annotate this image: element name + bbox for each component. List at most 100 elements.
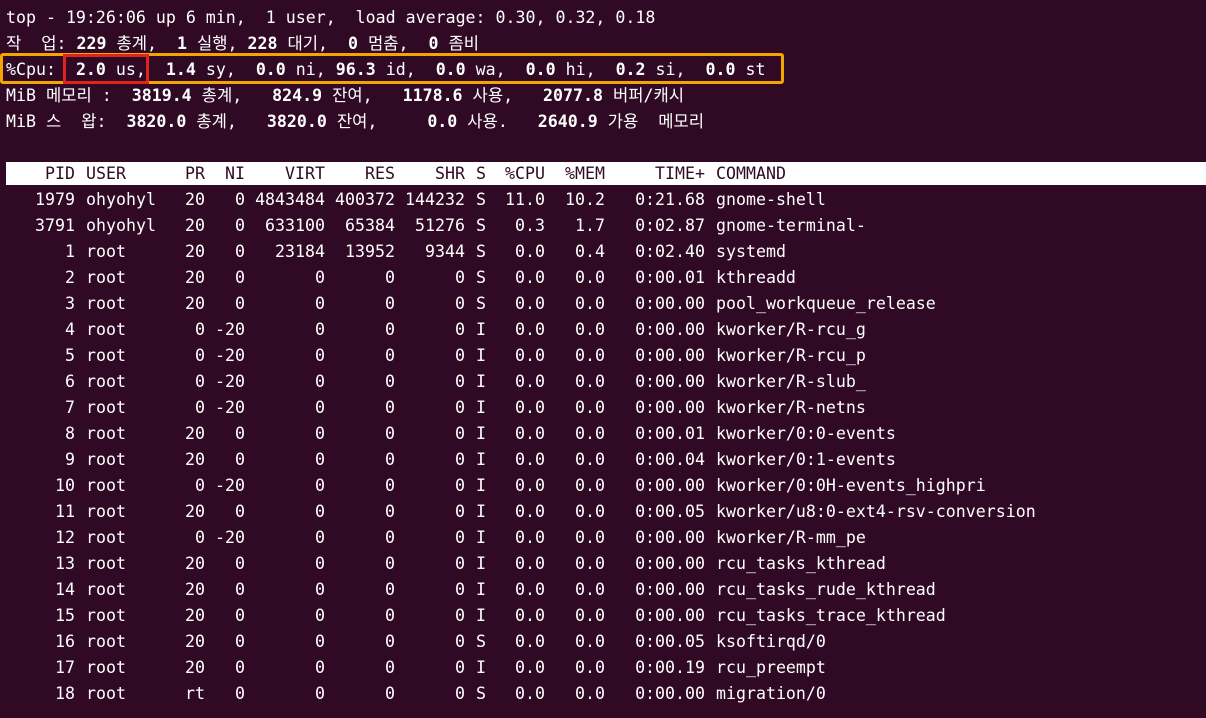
process-command: migration/0: [716, 684, 826, 703]
process-command: gnome-shell: [716, 190, 826, 209]
process-res: 0: [385, 476, 395, 495]
process-s: S: [476, 190, 486, 209]
process-virt: 4843484: [255, 190, 325, 209]
process-time: 0:00.00: [635, 346, 705, 365]
process-mem: 0.0: [575, 424, 605, 443]
mem-buff-label: 버퍼/캐시: [603, 86, 685, 105]
process-s: I: [476, 606, 486, 625]
process-s: I: [476, 476, 486, 495]
process-cpu: 0.0: [515, 476, 545, 495]
tasks-zombie-label: 좀비: [438, 34, 480, 53]
process-user: root: [86, 372, 126, 391]
process-ni: 0: [235, 190, 245, 209]
process-shr: 0: [455, 424, 465, 443]
mem-total: 3819.4: [131, 86, 192, 105]
process-s: S: [476, 632, 486, 651]
column-header-mem[interactable]: %MEM: [565, 161, 605, 187]
process-time: 0:02.40: [635, 242, 705, 261]
column-header-cpu[interactable]: %CPU: [505, 161, 545, 187]
process-user: root: [86, 606, 126, 625]
process-user: root: [86, 632, 126, 651]
process-virt: 0: [315, 294, 325, 313]
process-pid: 5: [65, 346, 75, 365]
process-virt: 0: [315, 502, 325, 521]
process-command: rcu_tasks_kthread: [716, 554, 886, 573]
process-res: 13952: [345, 242, 395, 261]
swap-label: MiB 스 왑:: [6, 112, 127, 131]
process-s: I: [476, 372, 486, 391]
process-mem: 0.0: [575, 606, 605, 625]
column-header-command[interactable]: COMMAND: [716, 161, 786, 187]
process-user: ohyohyl: [86, 216, 156, 235]
swap-total: 3820.0: [126, 112, 187, 131]
process-cpu: 0.0: [515, 242, 545, 261]
process-ni: -20: [215, 372, 245, 391]
cpu-wa-label: wa,: [465, 60, 506, 79]
process-mem: 0.0: [575, 398, 605, 417]
process-user: root: [86, 684, 126, 703]
process-s: I: [476, 580, 486, 599]
process-s: I: [476, 346, 486, 365]
column-header-ni[interactable]: NI: [225, 161, 245, 187]
process-time: 0:00.19: [635, 658, 705, 677]
cpu-si-label: si,: [645, 60, 686, 79]
process-command: pool_workqueue_release: [716, 294, 936, 313]
cpu-label: %Cpu:: [6, 60, 56, 79]
process-pr: 20: [185, 580, 205, 599]
tasks-running-label: 실행,: [186, 34, 248, 53]
process-shr: 0: [455, 502, 465, 521]
process-user: root: [86, 502, 126, 521]
cpu-si: 0.2: [615, 60, 646, 79]
process-command: gnome-terminal-: [716, 216, 866, 235]
column-header-shr[interactable]: SHR: [435, 161, 465, 187]
process-user: root: [86, 580, 126, 599]
tasks-stopped-label: 멈춤,: [357, 34, 429, 53]
column-header-pr[interactable]: PR: [185, 161, 205, 187]
column-header-pid[interactable]: PID: [45, 161, 75, 187]
process-pid: 18: [55, 684, 75, 703]
process-pid: 6: [65, 372, 75, 391]
tasks-total: 229: [76, 34, 107, 53]
process-cpu: 0.0: [515, 424, 545, 443]
mem-used: 1178.6: [402, 86, 463, 105]
process-virt: 0: [315, 398, 325, 417]
process-time: 0:00.00: [635, 294, 705, 313]
process-virt: 0: [315, 320, 325, 339]
process-time: 0:02.87: [635, 216, 705, 235]
terminal-window[interactable]: top - 19:26:06 up 6 min, 1 user, load av…: [0, 0, 1206, 718]
process-time: 0:00.05: [635, 502, 705, 521]
process-ni: 0: [235, 632, 245, 651]
process-pid: 2: [65, 268, 75, 287]
process-time: 0:00.00: [635, 476, 705, 495]
process-user: root: [86, 294, 126, 313]
mem-buff: 2077.8: [543, 86, 603, 105]
process-ni: 0: [235, 242, 245, 261]
process-command: kthreadd: [716, 268, 796, 287]
process-time: 0:00.00: [635, 320, 705, 339]
column-header-s[interactable]: S: [476, 161, 486, 187]
column-header-res[interactable]: RES: [365, 161, 395, 187]
column-header-user[interactable]: USER: [86, 161, 126, 187]
process-cpu: 0.0: [515, 502, 545, 521]
process-command: ksoftirqd/0: [716, 632, 826, 651]
process-command: rcu_tasks_trace_kthread: [716, 606, 946, 625]
process-res: 0: [385, 528, 395, 547]
process-shr: 0: [455, 606, 465, 625]
process-command: kworker/R-netns: [716, 398, 866, 417]
process-s: S: [476, 268, 486, 287]
process-s: I: [476, 424, 486, 443]
process-res: 0: [385, 684, 395, 703]
column-header-virt[interactable]: VIRT: [285, 161, 325, 187]
process-virt: 0: [315, 450, 325, 469]
cpu-id: 96.3: [335, 60, 376, 79]
process-mem: 0.0: [575, 528, 605, 547]
process-shr: 0: [455, 632, 465, 651]
process-cpu: 0.0: [515, 632, 545, 651]
column-header-time[interactable]: TIME+: [655, 161, 705, 187]
process-shr: 0: [455, 268, 465, 287]
process-cpu: 0.0: [515, 658, 545, 677]
cpu-us-label: us,: [105, 60, 146, 79]
mem-total-label: 총계,: [191, 86, 273, 105]
process-command: kworker/0:0-events: [716, 424, 896, 443]
process-command: rcu_tasks_rude_kthread: [716, 580, 936, 599]
